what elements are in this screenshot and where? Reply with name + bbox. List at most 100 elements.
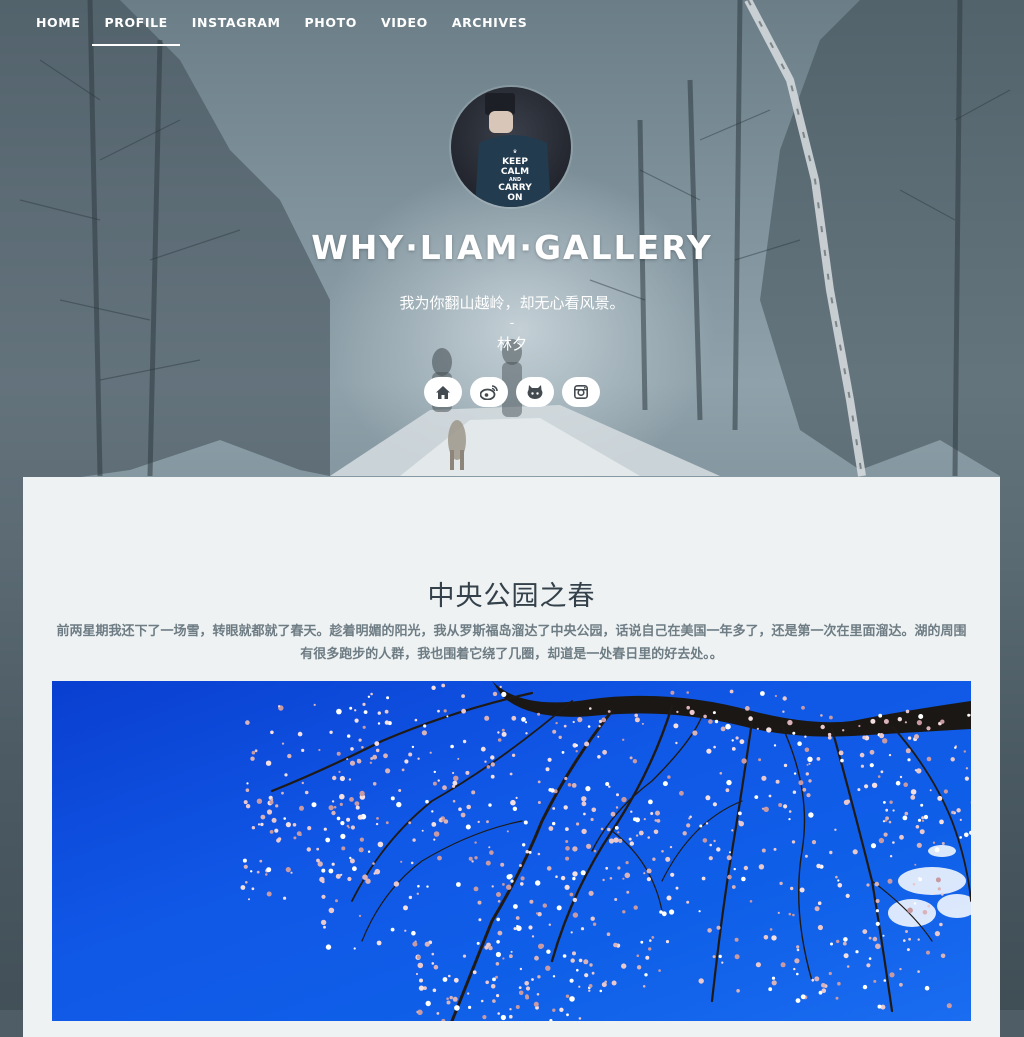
blossom xyxy=(450,996,453,999)
blossom xyxy=(933,892,935,894)
blossom xyxy=(936,877,941,882)
nav-item-photo[interactable]: PHOTO xyxy=(293,0,369,46)
blossom xyxy=(434,965,439,970)
instagram-link-button[interactable] xyxy=(562,377,600,407)
blossom xyxy=(497,1012,500,1015)
blossom xyxy=(259,860,262,863)
blossom xyxy=(502,729,505,732)
post-card[interactable]: 中央公园之春 前两星期我还下了一场雪，转眼就都就了春天。趁着明媚的阳光，我从罗斯… xyxy=(23,477,1000,1037)
blossom xyxy=(378,842,384,848)
github-link-button[interactable] xyxy=(516,377,554,407)
blossom xyxy=(907,948,910,951)
blossom xyxy=(778,803,782,807)
blossom xyxy=(591,917,595,921)
blossom xyxy=(498,738,502,742)
blossom xyxy=(368,851,370,853)
blossom xyxy=(481,1000,484,1003)
blossom xyxy=(908,938,911,941)
blossom xyxy=(686,706,690,710)
nav-item-video[interactable]: VIDEO xyxy=(369,0,440,46)
blossom xyxy=(607,828,611,832)
blossom xyxy=(797,741,802,746)
blossom xyxy=(913,883,916,886)
blossom xyxy=(884,979,887,982)
blossom xyxy=(546,767,550,771)
blossom xyxy=(870,763,874,767)
blossom xyxy=(540,944,544,948)
blossom xyxy=(602,879,604,881)
blossom xyxy=(286,867,291,872)
blossom xyxy=(835,876,838,879)
blossom xyxy=(708,719,713,724)
blossom xyxy=(592,972,595,975)
blossom xyxy=(662,911,667,916)
blossom xyxy=(565,846,570,851)
blossom xyxy=(271,799,274,802)
blossom xyxy=(914,734,919,739)
blossom xyxy=(548,758,552,762)
site-title: WHY·LIAM·GALLERY xyxy=(0,228,1024,267)
blossom xyxy=(386,821,389,824)
blossom xyxy=(412,746,414,748)
blossom xyxy=(576,969,579,972)
blossom xyxy=(914,902,916,904)
blossom xyxy=(676,711,678,713)
nav-item-archives[interactable]: ARCHIVES xyxy=(440,0,540,46)
blossom xyxy=(829,716,833,720)
blossom xyxy=(298,732,303,737)
blossom xyxy=(433,989,437,993)
blossom xyxy=(552,1009,555,1012)
blossom xyxy=(360,838,364,842)
blossom xyxy=(535,880,540,885)
blossom xyxy=(487,765,491,769)
blossom xyxy=(792,914,795,917)
blossom xyxy=(740,739,745,744)
blossom xyxy=(866,963,870,967)
blossom xyxy=(329,805,334,810)
blossom xyxy=(721,962,723,964)
nav-item-profile[interactable]: PROFILE xyxy=(92,0,179,46)
blossom xyxy=(892,841,895,844)
blossom xyxy=(906,748,911,753)
weibo-link-button[interactable] xyxy=(470,377,508,407)
blossom xyxy=(354,709,356,711)
blossom xyxy=(281,792,284,795)
blossom xyxy=(526,986,530,990)
blossom xyxy=(552,807,555,810)
instagram-icon xyxy=(574,385,588,399)
blossom xyxy=(593,923,596,926)
blossom xyxy=(713,746,716,749)
blossom xyxy=(802,788,806,792)
blossom xyxy=(385,710,389,714)
blossom xyxy=(466,805,471,810)
blossom xyxy=(637,954,640,957)
blossom xyxy=(416,973,418,975)
nav-item-instagram[interactable]: INSTAGRAM xyxy=(180,0,293,46)
blossom xyxy=(966,767,968,769)
blossom xyxy=(571,958,575,962)
blossom xyxy=(471,790,475,794)
blossom xyxy=(585,786,590,791)
post-cover-image[interactable] xyxy=(52,681,971,1021)
blossom xyxy=(578,986,580,988)
blossom xyxy=(337,752,341,756)
blossom xyxy=(794,772,796,774)
blossom xyxy=(394,881,399,886)
blossom xyxy=(584,973,588,977)
home-link-button[interactable] xyxy=(424,377,462,407)
nav-item-home[interactable]: HOME xyxy=(24,0,92,46)
post-title[interactable]: 中央公园之春 xyxy=(23,574,1000,613)
blossom xyxy=(600,990,603,993)
blossom xyxy=(639,831,644,836)
blossom xyxy=(244,865,248,869)
blossom xyxy=(705,795,710,800)
avatar[interactable]: ♛ KEEP CALM AND CARRY ON xyxy=(451,87,571,207)
blossom xyxy=(573,721,575,723)
blossom xyxy=(506,885,511,890)
blossom xyxy=(478,821,480,823)
blossom xyxy=(526,850,529,853)
blossom xyxy=(760,691,765,696)
blossom xyxy=(350,747,354,751)
blossom xyxy=(496,994,499,997)
blossom xyxy=(537,912,541,916)
